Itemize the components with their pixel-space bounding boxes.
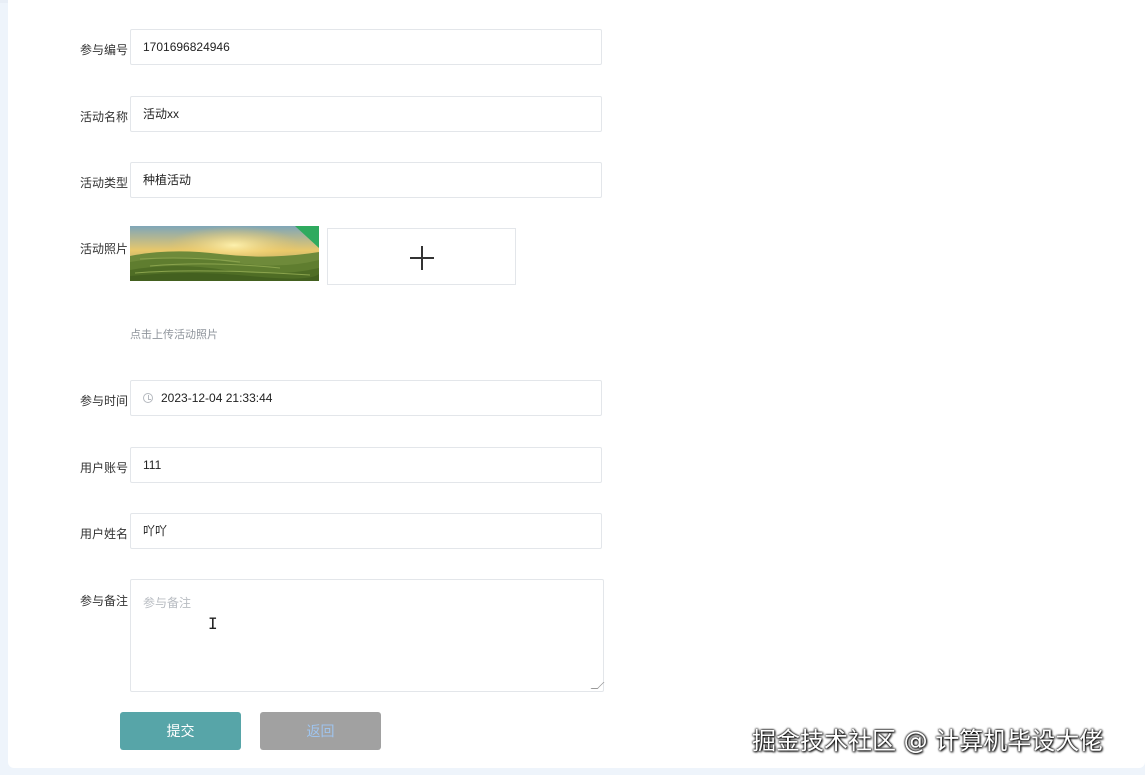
user-name-label: 用户姓名 [79,527,128,541]
clock-icon [143,393,153,403]
activity-name-label: 活动名称 [79,110,128,124]
user-account-label: 用户账号 [79,461,128,475]
plus-icon-vertical [421,246,423,270]
remarks-placeholder: 参与备注 [143,596,192,610]
activity-name-input[interactable]: 活动xx [130,96,602,132]
activity-photo-thumbnail[interactable] [130,226,319,281]
participation-time-picker[interactable]: 2023-12-04 21:33:44 [130,380,602,416]
activity-type-input[interactable]: 种植活动 [130,162,602,198]
submit-button[interactable]: 提交 [120,712,241,750]
remarks-label: 参与备注 [79,594,128,608]
watermark: 掘金技术社区 @ 计算机毕设大佬 [752,727,1104,755]
back-button[interactable]: 返回 [260,712,381,750]
remarks-textarea[interactable]: 参与备注 [130,579,605,692]
resize-handle-icon[interactable] [590,682,605,689]
participation-no-input[interactable]: 1701696824946 [130,29,602,65]
user-account-input[interactable]: 111 [130,447,602,483]
tea-field-photo [130,226,319,281]
activity-photo-label: 活动照片 [79,242,128,256]
participation-no-label: 参与编号 [79,43,128,57]
participation-time-label: 参与时间 [79,394,128,408]
text-cursor-icon: I [208,614,218,633]
form-page: 参与编号 1701696824946 活动名称 活动xx 活动类型 种植活动 活… [8,0,1145,768]
photo-upload-button[interactable] [327,228,516,285]
activity-type-label: 活动类型 [79,176,128,190]
participation-time-value: 2023-12-04 21:33:44 [161,391,273,405]
upload-hint: 点击上传活动照片 [130,329,218,341]
user-name-input[interactable]: 吖吖 [130,513,602,549]
